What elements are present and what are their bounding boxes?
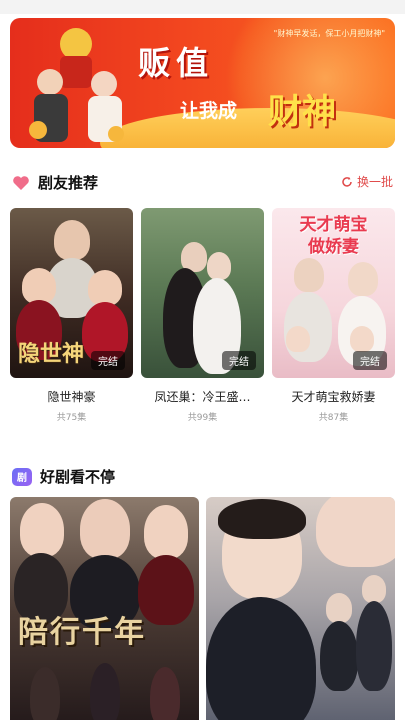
drama-poster-large[interactable]: [206, 497, 395, 720]
poster-title-art: 陪行千年: [18, 615, 146, 650]
poster-figure: [80, 499, 130, 559]
banner-brand-text: 贩值: [138, 44, 215, 82]
poster-figure: [22, 268, 56, 304]
poster-figure: [30, 667, 60, 720]
status-badge: 完结: [353, 351, 387, 370]
drama-card[interactable]: 隐世神 完结 隐世神豪 共75集: [10, 208, 133, 423]
poster-figure: [144, 505, 188, 559]
drama-episodes: 共75集: [56, 413, 87, 423]
status-badge: 完结: [91, 351, 125, 370]
drama-title: 隐世神豪: [47, 390, 96, 404]
banner-slogan-prefix: 让我成: [180, 100, 238, 122]
nonstop-list: 陪行千年: [10, 497, 395, 720]
banner-characters-image: [29, 28, 124, 142]
poster-figure: [54, 220, 90, 260]
banner-slogan-highlight: 财神: [268, 92, 336, 132]
banner-wave: [100, 108, 395, 148]
drama-poster-large[interactable]: 陪行千年: [10, 497, 199, 720]
drama-poster[interactable]: 完结: [141, 208, 264, 378]
poster-figure: [362, 575, 386, 603]
recommend-section-title: 剧友推荐: [38, 174, 99, 192]
poster-figure: [294, 258, 324, 292]
poster-figure: [326, 593, 352, 623]
poster-figure: [20, 503, 64, 557]
recommend-list: 隐世神 完结 隐世神豪 共75集 完结 凤还巢：冷王盛… 共99集 天才萌宝 做…: [10, 208, 395, 423]
drama-card[interactable]: 完结 凤还巢：冷王盛… 共99集: [141, 208, 264, 423]
promo-banner[interactable]: 贩值 "财神早发话，保工小月把财神" 让我成 财神: [10, 18, 395, 148]
nonstop-section-header: 剧 好剧看不停: [12, 466, 115, 487]
poster-figure: [88, 270, 122, 306]
refresh-label: 换一批: [356, 175, 393, 189]
poster-figure: [286, 326, 310, 352]
drama-title: 凤还巢：冷王盛…: [154, 390, 251, 404]
status-strip: [0, 0, 405, 14]
poster-figure: [207, 252, 231, 280]
poster-figure: [356, 601, 392, 691]
poster-figure: [350, 326, 374, 352]
drama-title: 天才萌宝救娇妻: [291, 390, 376, 404]
recommend-section-header: 剧友推荐: [12, 172, 98, 193]
poster-figure: [348, 262, 378, 296]
nonstop-section-title: 好剧看不停: [40, 468, 116, 486]
poster-figure: [138, 555, 194, 625]
poster-title-art: 隐世神: [18, 341, 85, 367]
drama-episodes: 共87集: [318, 413, 349, 423]
poster-title-art: 天才萌宝 做娇妻: [299, 215, 368, 257]
poster-figure: [206, 597, 316, 720]
drama-poster[interactable]: 天才萌宝 做娇妻 完结: [272, 208, 395, 378]
heart-icon: [13, 175, 29, 190]
poster-figure: [320, 621, 358, 691]
drama-poster[interactable]: 隐世神 完结: [10, 208, 133, 378]
drama-episodes: 共99集: [187, 413, 218, 423]
banner-note: "财神早发话，保工小月把财神": [273, 29, 385, 38]
drama-card[interactable]: 天才萌宝 做娇妻 完结 天才萌宝救娇妻 共87集: [272, 208, 395, 423]
poster-figure: [316, 497, 395, 567]
poster-figure: [90, 663, 120, 720]
drama-tag-icon: 剧: [12, 467, 32, 486]
refresh-icon: [342, 176, 352, 187]
poster-figure: [150, 667, 180, 720]
poster-figure: [218, 499, 306, 539]
status-badge: 完结: [222, 351, 256, 370]
refresh-button[interactable]: 换一批: [341, 173, 393, 190]
